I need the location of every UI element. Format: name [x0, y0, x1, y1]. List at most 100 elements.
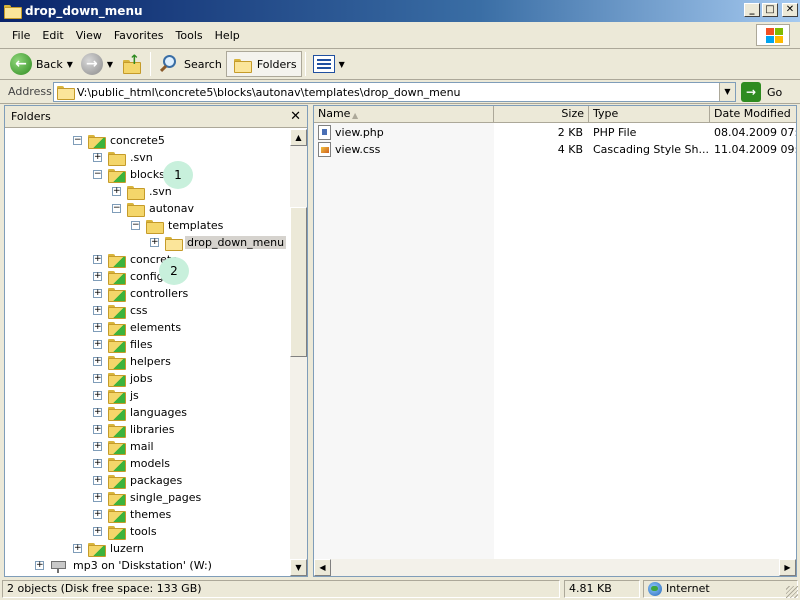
expand-icon[interactable]: +	[93, 408, 102, 417]
collapse-icon[interactable]: −	[112, 204, 121, 213]
tree-item[interactable]: − autonav	[112, 200, 196, 217]
views-button[interactable]: ▼	[309, 51, 349, 77]
tree-item[interactable]: + js	[93, 387, 141, 404]
tree-item[interactable]: + themes	[93, 506, 173, 523]
expand-icon[interactable]: +	[93, 323, 102, 332]
file-row[interactable]: view.php 2 KB PHP File 08.04.2009 07:3	[314, 124, 796, 141]
windows-logo-icon	[756, 24, 790, 46]
menu-bar: File Edit View Favorites Tools Help	[0, 22, 800, 49]
file-row[interactable]: view.css 4 KB Cascading Style Sh... 11.04.2…	[314, 141, 796, 158]
tree-item[interactable]: + .svn	[112, 183, 174, 200]
expand-icon[interactable]: +	[93, 340, 102, 349]
expand-icon[interactable]: +	[93, 442, 102, 451]
column-header-name[interactable]: Name ▲	[314, 106, 494, 123]
column-header-type[interactable]: Type	[589, 106, 710, 123]
tree-item[interactable]: − templates	[131, 217, 225, 234]
tree-item[interactable]: − concrete5	[73, 132, 167, 149]
back-arrow-icon: ←	[10, 53, 32, 75]
tree-item-label: models	[130, 457, 170, 470]
scroll-up-icon[interactable]: ▲	[290, 129, 307, 146]
expand-icon[interactable]: +	[93, 289, 102, 298]
folders-pane-header: Folders ✕	[5, 106, 307, 128]
views-dropdown-icon[interactable]: ▼	[339, 60, 345, 69]
expand-icon[interactable]: +	[93, 493, 102, 502]
expand-icon[interactable]: +	[93, 476, 102, 485]
column-header-size[interactable]: Size	[494, 106, 589, 123]
expand-icon[interactable]: +	[93, 374, 102, 383]
back-dropdown-icon[interactable]: ▼	[67, 60, 73, 69]
vertical-scrollbar[interactable]: ▲ ▼	[290, 129, 307, 576]
expand-icon[interactable]: +	[93, 272, 102, 281]
tree-item[interactable]: + helpers	[93, 353, 173, 370]
tree-item[interactable]: + mail	[93, 438, 156, 455]
tree-item[interactable]: + elements	[93, 319, 183, 336]
address-input[interactable]: V:\public_html\concrete5\blocks\autonav\…	[53, 82, 736, 102]
expand-icon[interactable]: +	[93, 306, 102, 315]
menu-file[interactable]: File	[6, 22, 36, 49]
tree-item[interactable]: + models	[93, 455, 172, 472]
tree-item[interactable]: + luzern	[73, 540, 146, 557]
close-icon[interactable]: ✕	[290, 109, 301, 124]
folders-pane-title: Folders	[11, 110, 51, 123]
expand-icon[interactable]: +	[93, 425, 102, 434]
tree-item[interactable]: + packages	[93, 472, 184, 489]
expand-icon[interactable]: +	[150, 238, 159, 247]
menu-help[interactable]: Help	[209, 22, 246, 49]
file-type: PHP File	[593, 126, 637, 139]
tree-item-label: elements	[130, 321, 182, 334]
tree-item[interactable]: + config	[93, 268, 166, 285]
up-folder-button[interactable]: ↑	[117, 51, 147, 77]
menu-edit[interactable]: Edit	[36, 22, 69, 49]
tree-item[interactable]: + languages	[93, 404, 189, 421]
expand-icon[interactable]: +	[93, 255, 102, 264]
tree-item[interactable]: + mp3 on 'Diskstation' (W:)	[35, 557, 214, 574]
expand-icon[interactable]: +	[93, 153, 102, 162]
tree-item[interactable]: − blocks	[93, 166, 167, 183]
tree-item[interactable]: + drop_down_menu	[150, 234, 287, 251]
expand-icon[interactable]: +	[93, 357, 102, 366]
tree-item[interactable]: + single_pages	[93, 489, 203, 506]
search-icon	[158, 53, 180, 75]
back-button[interactable]: ← Back ▼	[6, 51, 77, 77]
scroll-down-icon[interactable]: ▼	[290, 559, 307, 576]
forward-dropdown-icon[interactable]: ▼	[107, 60, 113, 69]
menu-tools[interactable]: Tools	[170, 22, 209, 49]
menu-view[interactable]: View	[70, 22, 108, 49]
expand-icon[interactable]: +	[93, 510, 102, 519]
scroll-left-icon[interactable]: ◀	[314, 559, 331, 576]
column-header-date-modified[interactable]: Date Modified	[710, 106, 796, 123]
expand-icon[interactable]: +	[35, 561, 44, 570]
go-button[interactable]: → Go	[741, 82, 782, 102]
collapse-icon[interactable]: −	[131, 221, 140, 230]
expand-icon[interactable]: +	[93, 527, 102, 536]
close-button[interactable]: ✕	[782, 3, 798, 17]
tree-item[interactable]: + controllers	[93, 285, 190, 302]
menu-favorites[interactable]: Favorites	[108, 22, 170, 49]
tree-item[interactable]: + libraries	[93, 421, 176, 438]
folder-icon	[108, 406, 126, 421]
file-name: view.css	[335, 143, 381, 156]
tree-item[interactable]: + css	[93, 302, 150, 319]
collapse-icon[interactable]: −	[93, 170, 102, 179]
tree-item[interactable]: + jobs	[93, 370, 155, 387]
forward-button[interactable]: → ▼	[77, 51, 117, 77]
search-button[interactable]: Search	[154, 51, 226, 77]
expand-icon[interactable]: +	[93, 459, 102, 468]
title-bar[interactable]: drop_down_menu _ □ ✕	[0, 0, 800, 22]
address-dropdown-icon[interactable]: ▼	[719, 83, 735, 101]
horizontal-scrollbar[interactable]: ◀ ▶	[314, 559, 796, 576]
expand-icon[interactable]: +	[112, 187, 121, 196]
scroll-thumb[interactable]	[290, 207, 307, 357]
tree-item[interactable]: + files	[93, 336, 154, 353]
tree-item[interactable]: + tools	[93, 523, 159, 540]
scroll-right-icon[interactable]: ▶	[779, 559, 796, 576]
network-drive-icon	[50, 559, 67, 573]
expand-icon[interactable]: +	[73, 544, 82, 553]
expand-icon[interactable]: +	[93, 391, 102, 400]
resize-grip-icon[interactable]	[786, 586, 798, 598]
folders-button[interactable]: Folders	[225, 51, 302, 77]
minimize-button[interactable]: _	[744, 3, 760, 17]
maximize-button[interactable]: □	[762, 3, 778, 17]
collapse-icon[interactable]: −	[73, 136, 82, 145]
tree-item[interactable]: + .svn	[93, 149, 155, 166]
